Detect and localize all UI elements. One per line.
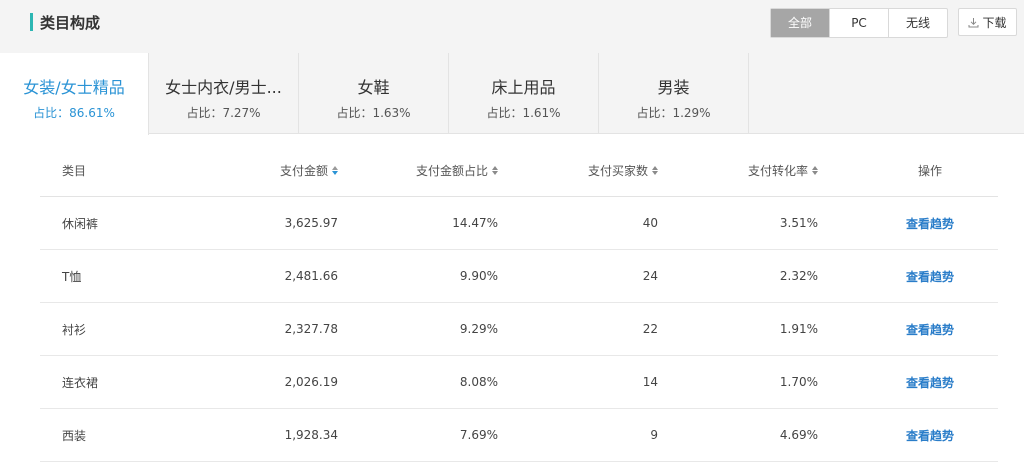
cell-buyers: 24 (642, 269, 658, 283)
cell-conversion: 4.69% (779, 428, 818, 442)
cell-category: 西装 (62, 428, 87, 443)
table-row: T恤 2,481.66 9.90% 24 2.32% 查看趋势 (40, 250, 998, 303)
col-amount-share-label: 支付金额占比 (415, 164, 488, 178)
download-button[interactable]: 下载 (958, 8, 1017, 36)
tab-share: 占比：1.29% (636, 106, 711, 120)
tab-share: 占比：1.61% (486, 106, 561, 120)
cell-amount-share: 8.08% (459, 375, 498, 389)
cell-amount: 2,327.78 (284, 322, 338, 336)
cell-amount-share: 7.69% (459, 428, 498, 442)
tab-bedding[interactable]: 床上用品 占比：1.61% (449, 53, 599, 134)
col-buyers-label: 支付买家数 (587, 164, 648, 178)
cell-conversion: 1.70% (779, 375, 818, 389)
cell-category: T恤 (62, 269, 82, 284)
cell-buyers: 14 (642, 375, 658, 389)
table-row: 连衣裙 2,026.19 8.08% 14 1.70% 查看趋势 (40, 356, 998, 409)
table-row: 衬衫 2,327.78 9.29% 22 1.91% 查看趋势 (40, 303, 998, 356)
cell-buyers: 9 (650, 428, 658, 442)
filter-all-button[interactable]: 全部 (771, 9, 830, 37)
sort-icon[interactable] (332, 166, 338, 175)
col-amount-label: 支付金额 (279, 164, 328, 178)
table-header-row: 类目 支付金额 支付金额占比 支付买家数 支付转化率 操作 (40, 145, 998, 197)
tab-name: 女鞋 (357, 78, 390, 97)
col-category: 类目 (62, 164, 87, 178)
tab-name: 床上用品 (491, 78, 556, 97)
col-action: 操作 (917, 164, 942, 178)
cell-amount-share: 9.90% (459, 269, 498, 283)
cell-amount-share: 14.47% (452, 216, 498, 230)
tab-name: 男装 (657, 78, 690, 97)
tab-underwear[interactable]: 女士内衣/男士... 占比：7.27% (149, 53, 299, 134)
category-table: 类目 支付金额 支付金额占比 支付买家数 支付转化率 操作 休闲裤 3,625.… (40, 145, 998, 462)
tab-name: 女士内衣/男士... (165, 78, 282, 97)
col-conversion[interactable]: 支付转化率 (748, 145, 818, 196)
filter-wireless-button[interactable]: 无线 (889, 9, 947, 37)
cell-amount: 1,928.34 (284, 428, 338, 442)
cell-amount: 3,625.97 (284, 216, 338, 230)
tab-womens-shoes[interactable]: 女鞋 占比：1.63% (299, 53, 449, 134)
cell-conversion: 2.32% (779, 269, 818, 283)
tab-share: 占比：86.61% (33, 106, 115, 120)
sort-icon[interactable] (812, 166, 818, 175)
sort-icon[interactable] (492, 166, 498, 175)
cell-amount-share: 9.29% (459, 322, 498, 336)
cell-conversion: 3.51% (779, 216, 818, 230)
cell-category: 连衣裙 (62, 375, 99, 390)
tab-womens-apparel[interactable]: 女装/女士精品 占比：86.61% (0, 53, 149, 135)
view-trend-link[interactable]: 查看趋势 (905, 250, 955, 302)
col-buyers[interactable]: 支付买家数 (588, 145, 658, 196)
section-title: 类目构成 (40, 13, 101, 32)
category-tabs: 女装/女士精品 占比：86.61% 女士内衣/男士... 占比：7.27% 女鞋… (0, 53, 1024, 135)
title-accent-bar (30, 13, 33, 31)
section-title-wrap: 类目构成 (30, 12, 100, 32)
cell-buyers: 40 (642, 216, 658, 230)
cell-category: 衬衫 (62, 322, 87, 337)
cell-conversion: 1.91% (779, 322, 818, 336)
download-label: 下载 (982, 15, 1007, 30)
table-row: 休闲裤 3,625.97 14.47% 40 3.51% 查看趋势 (40, 197, 998, 250)
view-trend-link[interactable]: 查看趋势 (905, 197, 955, 249)
tab-menswear[interactable]: 男装 占比：1.29% (599, 53, 749, 134)
col-amount-share[interactable]: 支付金额占比 (416, 145, 498, 196)
cell-amount: 2,026.19 (284, 375, 338, 389)
view-trend-link[interactable]: 查看趋势 (905, 303, 955, 355)
cell-category: 休闲裤 (62, 216, 99, 231)
table-row: 西装 1,928.34 7.69% 9 4.69% 查看趋势 (40, 409, 998, 462)
cell-buyers: 22 (642, 322, 658, 336)
tab-share: 占比：1.63% (336, 106, 411, 120)
view-trend-link[interactable]: 查看趋势 (905, 356, 955, 408)
section-header: 类目构成 全部 PC 无线 下载 (0, 0, 1024, 53)
sort-icon[interactable] (652, 166, 658, 175)
tab-share: 占比：7.27% (186, 106, 261, 120)
device-filter: 全部 PC 无线 (770, 8, 948, 38)
cell-amount: 2,481.66 (284, 269, 338, 283)
col-conversion-label: 支付转化率 (747, 164, 808, 178)
view-trend-link[interactable]: 查看趋势 (905, 409, 955, 461)
filter-pc-button[interactable]: PC (830, 9, 889, 37)
col-amount[interactable]: 支付金额 (280, 145, 338, 196)
download-icon (968, 17, 979, 27)
tab-name: 女装/女士精品 (23, 78, 125, 97)
